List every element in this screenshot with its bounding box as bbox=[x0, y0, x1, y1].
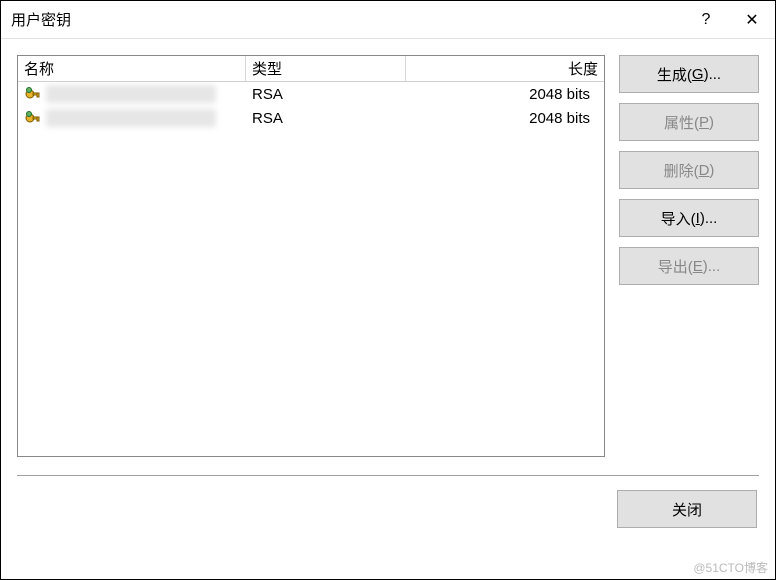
export-button[interactable]: 导出(E)... bbox=[619, 247, 759, 285]
key-icon bbox=[24, 109, 42, 127]
generate-button[interactable]: 生成(G)... bbox=[619, 55, 759, 93]
user-keys-dialog: 用户密钥 ? ✕ 名称 类型 长度 bbox=[0, 0, 776, 580]
cell-name bbox=[18, 109, 246, 127]
cell-length: 2048 bits bbox=[406, 110, 604, 127]
key-icon bbox=[24, 85, 42, 103]
key-name-redacted bbox=[46, 109, 216, 127]
cell-type: RSA bbox=[246, 86, 406, 103]
cell-name bbox=[18, 85, 246, 103]
dialog-title: 用户密钥 bbox=[11, 9, 683, 30]
dialog-body: 名称 类型 长度 RSA 2048 bits bbox=[1, 39, 775, 579]
delete-button[interactable]: 删除(D) bbox=[619, 151, 759, 189]
watermark: @51CTO博客 bbox=[693, 559, 768, 576]
cell-length: 2048 bits bbox=[406, 86, 604, 103]
list-item[interactable]: RSA 2048 bits bbox=[18, 106, 604, 130]
button-column: 生成(G)... 属性(P) 删除(D) 导入(I)... 导出(E)... bbox=[619, 55, 759, 457]
list-item[interactable]: RSA 2048 bits bbox=[18, 82, 604, 106]
list-header: 名称 类型 长度 bbox=[18, 56, 604, 82]
close-button[interactable]: ✕ bbox=[729, 1, 775, 39]
col-header-type[interactable]: 类型 bbox=[246, 56, 406, 81]
help-button[interactable]: ? bbox=[683, 1, 729, 39]
list-rows: RSA 2048 bits RSA 2048 bits bbox=[18, 82, 604, 456]
import-button[interactable]: 导入(I)... bbox=[619, 199, 759, 237]
content-row: 名称 类型 长度 RSA 2048 bits bbox=[17, 55, 759, 457]
key-name-redacted bbox=[46, 85, 216, 103]
col-header-name[interactable]: 名称 bbox=[18, 56, 246, 81]
dialog-footer: 关闭 bbox=[17, 476, 759, 528]
col-header-length[interactable]: 长度 bbox=[406, 56, 604, 81]
properties-button[interactable]: 属性(P) bbox=[619, 103, 759, 141]
key-list[interactable]: 名称 类型 长度 RSA 2048 bits bbox=[17, 55, 605, 457]
titlebar: 用户密钥 ? ✕ bbox=[1, 1, 775, 39]
close-dialog-button[interactable]: 关闭 bbox=[617, 490, 757, 528]
cell-type: RSA bbox=[246, 110, 406, 127]
